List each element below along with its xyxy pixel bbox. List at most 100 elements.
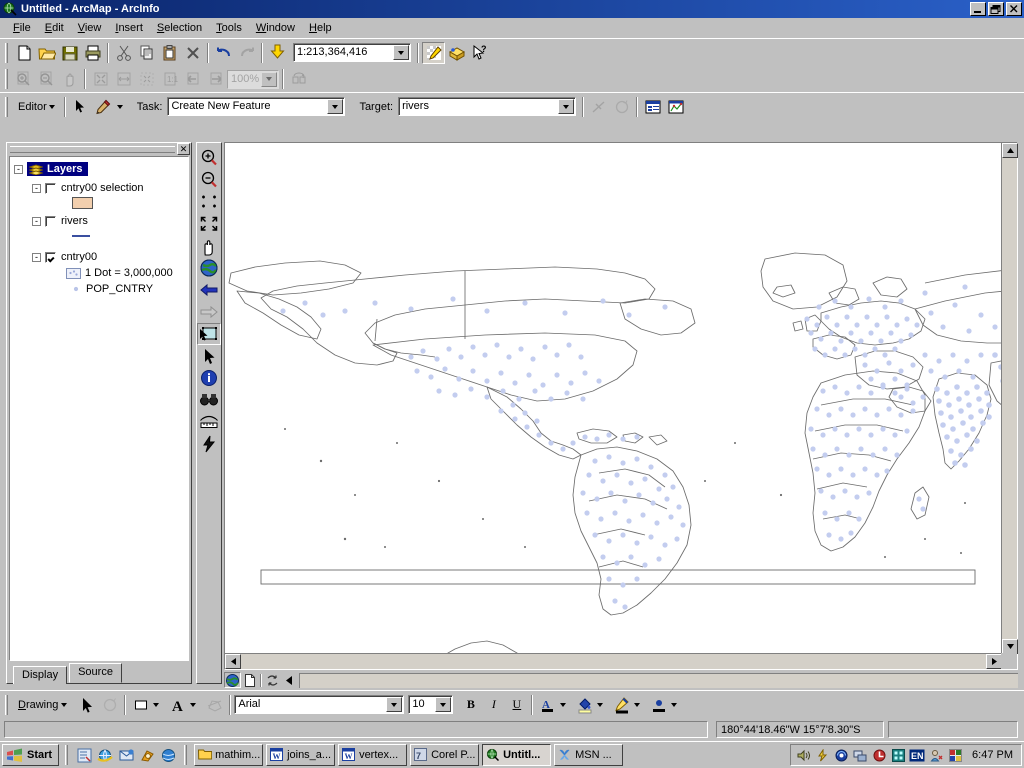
- close-icon[interactable]: ✕: [177, 143, 190, 155]
- task-button[interactable]: 7 Corel P...: [410, 744, 480, 766]
- go-forward-extent-tool[interactable]: [197, 301, 221, 323]
- task-button[interactable]: W vertex...: [338, 744, 408, 766]
- expander-icon[interactable]: -: [14, 164, 23, 174]
- menu-window[interactable]: Window: [249, 20, 302, 36]
- drawing-menu-label[interactable]: Drawing: [12, 699, 61, 711]
- scroll-right-button[interactable]: [986, 654, 1002, 669]
- identify-tool[interactable]: [197, 367, 221, 389]
- chevron-down-icon[interactable]: [558, 99, 575, 114]
- menu-view[interactable]: View: [71, 20, 109, 36]
- chevron-down-icon[interactable]: [153, 702, 160, 707]
- select-elements-button[interactable]: [75, 694, 98, 716]
- expander-icon[interactable]: -: [32, 183, 41, 193]
- refresh-view-button[interactable]: [264, 672, 281, 688]
- layer-visibility-checkbox[interactable]: [45, 182, 56, 194]
- polygon-swatch-icon[interactable]: [72, 197, 93, 209]
- marker-color-button[interactable]: [647, 694, 670, 716]
- task-button-active[interactable]: Untitl...: [482, 744, 552, 766]
- task-button[interactable]: W joins_a...: [266, 744, 336, 766]
- pause-drawing-button[interactable]: [281, 672, 298, 688]
- scroll-up-button[interactable]: [1002, 143, 1018, 158]
- sketch-properties-button[interactable]: [664, 96, 687, 118]
- toc-layer-cntry00-selection[interactable]: - cntry00 selection: [10, 180, 188, 196]
- msn-icon[interactable]: [159, 746, 177, 764]
- open-button[interactable]: [35, 42, 58, 64]
- toc-symbol-rivers[interactable]: [10, 229, 188, 243]
- restore-button[interactable]: [988, 2, 1004, 16]
- select-elements-tool[interactable]: [197, 345, 221, 367]
- scroll-down-button[interactable]: [1002, 639, 1018, 654]
- close-button[interactable]: [1006, 2, 1022, 16]
- map-canvas[interactable]: [225, 143, 1002, 654]
- font-size-combo[interactable]: 10: [408, 695, 454, 714]
- layer-visibility-checkbox[interactable]: [45, 215, 56, 227]
- editor-toolbar-button[interactable]: [422, 41, 445, 64]
- chevron-down-icon[interactable]: [634, 702, 641, 707]
- zoom-out-tool[interactable]: [197, 169, 221, 191]
- copy-button[interactable]: [135, 42, 158, 64]
- task-button[interactable]: MSN ...: [554, 744, 624, 766]
- arctoolbox-button[interactable]: [445, 42, 468, 64]
- find-tool[interactable]: [197, 389, 221, 411]
- edit-tool-button[interactable]: [69, 96, 92, 118]
- display-icon[interactable]: [890, 747, 906, 763]
- menu-insert[interactable]: Insert: [108, 20, 150, 36]
- task-combo[interactable]: Create New Feature: [167, 97, 346, 116]
- chevron-down-icon[interactable]: [327, 99, 344, 114]
- chevron-down-icon[interactable]: [671, 702, 678, 707]
- target-combo[interactable]: rivers: [398, 97, 577, 116]
- map-vertical-scrollbar[interactable]: [1001, 143, 1018, 654]
- map-scale-combo[interactable]: 1:213,364,416: [293, 43, 411, 62]
- lang-en-icon[interactable]: EN: [909, 747, 925, 763]
- layer-visibility-checkbox[interactable]: [45, 251, 56, 263]
- save-button[interactable]: [58, 42, 81, 64]
- editor-menu-label[interactable]: Editor: [12, 101, 49, 113]
- tab-display[interactable]: Display: [13, 666, 68, 684]
- fill-color-button[interactable]: [573, 694, 596, 716]
- speaker-icon[interactable]: [795, 747, 811, 763]
- menu-help[interactable]: Help: [302, 20, 339, 36]
- taskbar-clock[interactable]: 6:47 PM: [966, 749, 1017, 761]
- start-button[interactable]: Start: [2, 744, 60, 766]
- chevron-down-icon[interactable]: [386, 697, 403, 712]
- shield-icon[interactable]: [871, 747, 887, 763]
- toolbar-grip[interactable]: [5, 694, 8, 715]
- add-data-plus-button[interactable]: [266, 42, 289, 64]
- internet-explorer-icon[interactable]: [96, 746, 114, 764]
- wireless-icon[interactable]: [833, 747, 849, 763]
- toolbar-grip[interactable]: [5, 42, 8, 63]
- font-color-button[interactable]: A: [536, 694, 559, 716]
- sketch-tool-button[interactable]: [92, 96, 115, 118]
- new-rectangle-button[interactable]: [129, 694, 152, 716]
- network-icon[interactable]: [852, 747, 868, 763]
- expander-icon[interactable]: -: [32, 252, 41, 262]
- toc-legend-dot-density[interactable]: 1 Dot = 3,000,000: [10, 265, 188, 281]
- fixed-zoom-out-tool[interactable]: [197, 213, 221, 235]
- map-horizontal-scrollbar[interactable]: [225, 653, 1002, 669]
- task-button[interactable]: mathim...: [194, 744, 264, 766]
- menu-file[interactable]: FFileile: [6, 20, 38, 36]
- chevron-down-icon[interactable]: [190, 702, 197, 707]
- scroll-left-button[interactable]: [225, 654, 241, 669]
- delete-button[interactable]: [181, 42, 204, 64]
- data-view-button[interactable]: [224, 672, 241, 688]
- pan-tool[interactable]: [197, 235, 221, 257]
- zoom-in-tool[interactable]: [197, 147, 221, 169]
- toolbar-grip[interactable]: [5, 69, 8, 89]
- italic-button[interactable]: I: [482, 694, 505, 716]
- minimize-button[interactable]: [970, 2, 986, 16]
- chevron-down-icon[interactable]: [116, 104, 123, 109]
- print-button[interactable]: [81, 42, 104, 64]
- underline-button[interactable]: U: [505, 694, 528, 716]
- hyperlink-tool[interactable]: [197, 433, 221, 455]
- full-extent-tool[interactable]: [197, 257, 221, 279]
- select-features-tool[interactable]: [197, 323, 221, 345]
- toc-legend-field[interactable]: POP_CNTRY: [10, 281, 188, 297]
- line-color-button[interactable]: [610, 694, 633, 716]
- menu-selection[interactable]: Selection: [150, 20, 209, 36]
- toc-layer-rivers[interactable]: - rivers: [10, 213, 188, 229]
- undo-button[interactable]: [212, 42, 235, 64]
- toc-tree[interactable]: - Layers - cntry00 selection - rivers - …: [9, 156, 189, 661]
- tab-source[interactable]: Source: [69, 663, 122, 683]
- chevron-down-icon[interactable]: [61, 702, 68, 707]
